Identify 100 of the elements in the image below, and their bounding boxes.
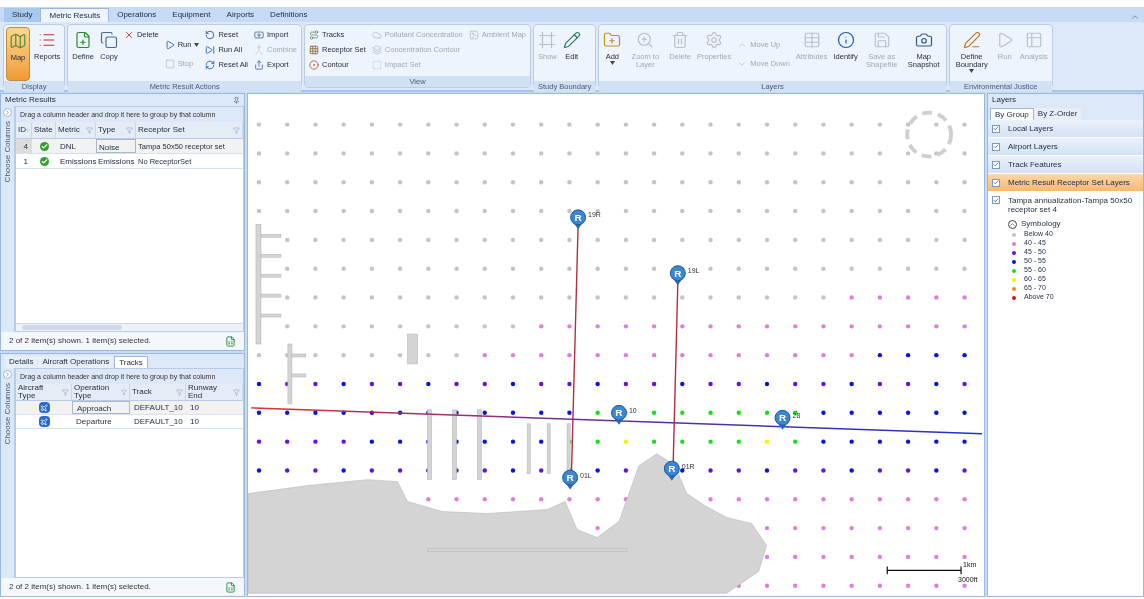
column-header[interactable]: Aircraft Type: [16, 384, 72, 400]
undo-arrow-icon: [205, 29, 216, 40]
panel-tab[interactable]: Tracks: [114, 356, 148, 368]
panel-tab[interactable]: By Z-Order: [1033, 108, 1082, 120]
export-icon: [254, 59, 264, 70]
info-icon: [836, 31, 855, 49]
status-text: 2 of 2 item(s) shown. 1 item(s) selected.: [9, 335, 151, 347]
collapse-ribbon-icon[interactable]: [1130, 12, 1140, 22]
column-header[interactable]: Operation Type: [72, 384, 130, 400]
filter-icon[interactable]: [233, 388, 240, 396]
run-all-icon: [205, 44, 216, 55]
panel-tab[interactable]: Details: [5, 356, 38, 368]
table-cell-text: 1: [22, 156, 29, 168]
table-cell: Noise: [96, 139, 136, 153]
ribbon-tab[interactable]: Equipment: [164, 8, 219, 22]
cloud-icon: [371, 29, 382, 40]
trash-icon: [671, 31, 690, 49]
panel-title: Layers: [988, 94, 1143, 106]
horizontal-scrollbar[interactable]: [16, 323, 243, 331]
panel-tab[interactable]: Aircraft Operations: [38, 356, 114, 368]
table-row[interactable]: Departure DEFAULT_10 10: [16, 415, 243, 429]
table-cell-text: Departure: [75, 416, 113, 428]
map-icon: [9, 32, 27, 50]
image-icon: [468, 29, 479, 40]
table-cell: Approach: [72, 401, 130, 414]
column-header[interactable]: Receptor Set: [136, 122, 243, 138]
pencil-icon: [562, 31, 581, 49]
ribbon-tab[interactable]: Metric Results: [40, 8, 110, 22]
status-text: 2 of 2 item(s) shown. 1 item(s) selected.: [9, 581, 151, 593]
airplane-icon: [38, 416, 50, 427]
copy-icon: [99, 31, 118, 49]
folder-plus-icon: [603, 31, 622, 49]
pin-icon[interactable]: [233, 96, 240, 104]
filter-icon[interactable]: [176, 388, 183, 396]
stop-icon: [164, 58, 175, 69]
delete-icon: [123, 29, 134, 40]
checkbox[interactable]: [992, 196, 1000, 204]
table-cell-text: 10: [189, 416, 200, 428]
checkbox[interactable]: [992, 160, 1000, 169]
table-icon: [1024, 31, 1043, 49]
zoom-in-icon: [636, 31, 655, 49]
export-spreadsheet-icon[interactable]: [225, 581, 236, 593]
layer-group-label: Airport Layers: [1008, 140, 1058, 153]
table-cell-text: Emissions: [97, 156, 136, 168]
layer-group-label: Local Layers: [1008, 122, 1054, 135]
layer-group-header[interactable]: Metric Result Receptor Set Layers: [988, 174, 1143, 192]
column-header[interactable]: ID: [16, 122, 32, 138]
checkbox[interactable]: [992, 178, 1000, 187]
column-header[interactable]: State: [32, 122, 56, 138]
table-icon: [802, 31, 821, 49]
table-cell-text: 10: [189, 402, 200, 414]
column-header[interactable]: Type: [96, 122, 136, 138]
square-icon: [371, 59, 382, 70]
merge-icon: [254, 44, 264, 55]
import-icon: [254, 29, 264, 40]
settings-icon: [705, 31, 724, 49]
table-cell-text: DNL: [59, 141, 77, 153]
layer-group-header[interactable]: Local Layers: [988, 120, 1143, 138]
layer-group-label: Metric Result Receptor Set Layers: [1008, 176, 1130, 189]
ribbon-tab[interactable]: Airports: [218, 8, 263, 22]
layer-group-header[interactable]: Airport Layers: [988, 138, 1143, 156]
list-icon: [38, 31, 57, 49]
filter-icon[interactable]: [233, 126, 240, 134]
layer-group-header[interactable]: Track Features: [988, 156, 1143, 174]
camera-icon: [914, 31, 933, 49]
table-cell-text: DEFAULT_10: [133, 402, 184, 414]
filter-icon[interactable]: [126, 126, 133, 134]
file-plus-icon: [74, 31, 93, 49]
symbology-label: Symbology: [1021, 218, 1061, 230]
ribbon-tab[interactable]: Study: [4, 8, 41, 22]
ribbon-tab[interactable]: Definitions: [262, 8, 316, 22]
layer-group-label: Track Features: [1008, 158, 1062, 171]
contour-icon: [309, 59, 320, 70]
table-row[interactable]: Approach DEFAULT_10 10: [16, 401, 243, 415]
filter-icon[interactable]: [120, 388, 127, 396]
checkbox[interactable]: [992, 142, 1000, 151]
play-icon: [164, 39, 175, 50]
column-header[interactable]: Metric: [56, 122, 96, 138]
filter-icon[interactable]: [62, 388, 69, 396]
expand-icon[interactable]: [3, 370, 12, 379]
filter-icon[interactable]: [86, 126, 93, 134]
refresh-icon: [205, 59, 216, 70]
route-icon: [309, 29, 320, 40]
checkbox[interactable]: [992, 124, 1000, 133]
export-spreadsheet-icon[interactable]: [225, 335, 236, 347]
layers-icon: [371, 44, 382, 55]
frame-icon: [538, 31, 557, 49]
grid-icon: [309, 44, 320, 55]
save-icon: [872, 31, 891, 49]
column-header[interactable]: Runway End: [186, 384, 243, 400]
pen-icon: [962, 31, 981, 49]
ribbon-tab[interactable]: Operations: [109, 8, 165, 22]
expand-icon[interactable]: [3, 108, 12, 117]
table-cell-text: DEFAULT_10: [133, 416, 184, 428]
navigation-compass-icon[interactable]: [905, 110, 954, 159]
table-cell-text: Emissions: [59, 156, 96, 168]
table-cell: 4: [16, 139, 32, 153]
panel-tab[interactable]: By Group: [990, 108, 1034, 120]
panel-title: Metric Results: [5, 94, 56, 106]
column-header[interactable]: Track: [130, 384, 186, 400]
